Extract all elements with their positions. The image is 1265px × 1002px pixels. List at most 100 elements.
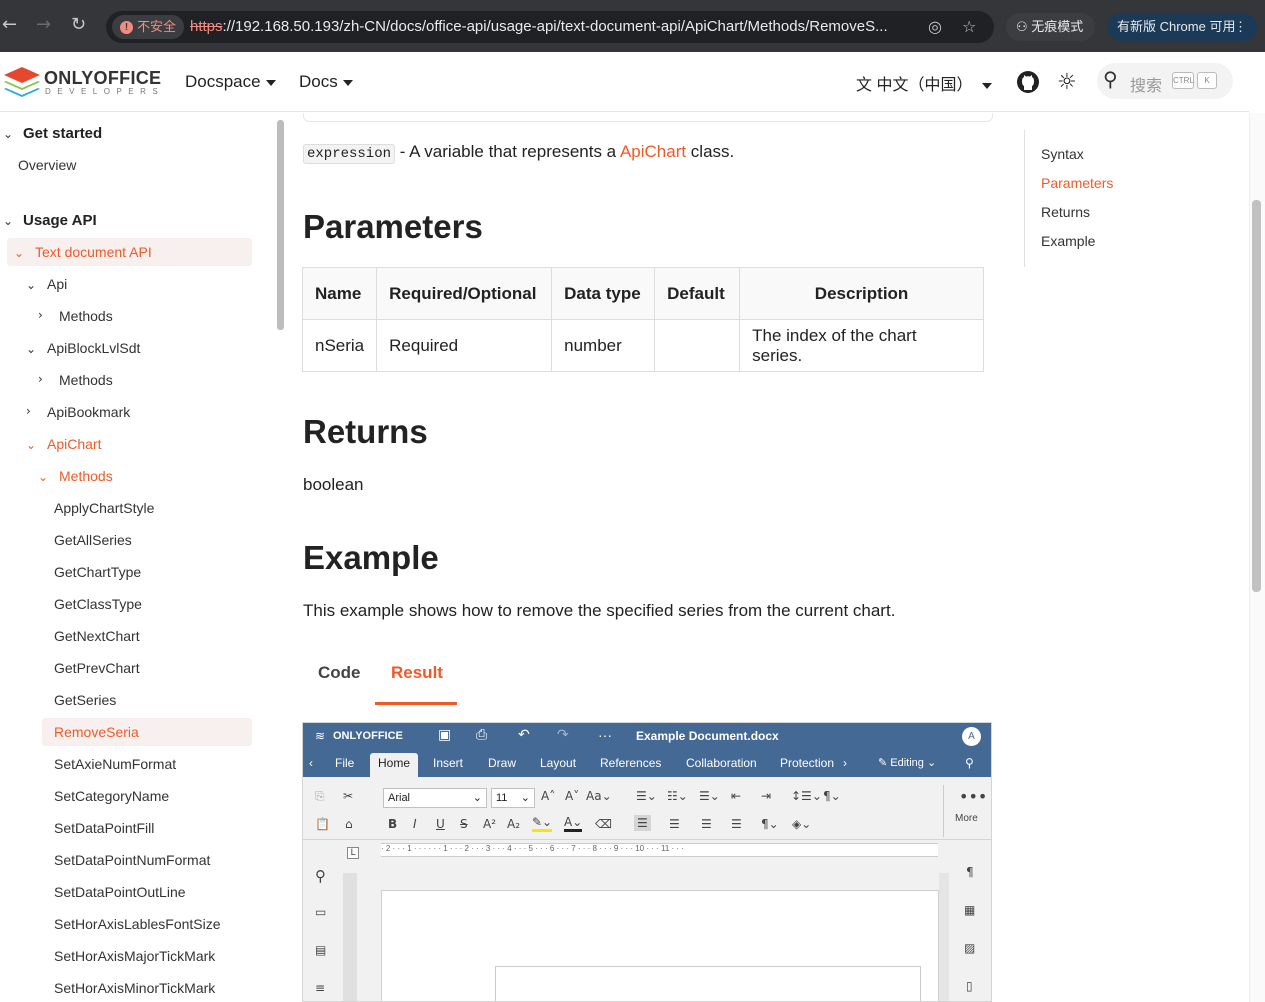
sidebar-item-setaxienumformat[interactable]: SetAxieNumFormat xyxy=(54,756,176,772)
more-icon[interactable]: ••• xyxy=(959,787,987,806)
ribbon-tab-collaboration[interactable]: Collaboration xyxy=(686,756,757,770)
paragraph-icon[interactable]: ¶ xyxy=(966,865,974,879)
paragraph-settings-icon[interactable]: ¶⌄ xyxy=(823,789,841,803)
chevron-down-icon[interactable]: ⌄ xyxy=(26,342,36,356)
increase-indent-icon[interactable]: ⇥ xyxy=(761,789,771,803)
table-settings-icon[interactable]: ▦ xyxy=(964,903,975,917)
font-color-icon[interactable]: A⌄ xyxy=(564,815,583,832)
line-spacing-icon[interactable]: ↕☰⌄ xyxy=(791,789,822,803)
comments-icon[interactable]: ▭ xyxy=(315,905,326,919)
undo-icon[interactable]: ↶ xyxy=(518,727,530,743)
scroll-left-icon[interactable]: ‹ xyxy=(309,756,313,770)
horizontal-ruler[interactable]: · 2 · · · 1 · · · · · · 1 · · · 2 · · · … xyxy=(381,843,938,857)
bullet-list-icon[interactable]: ☰⌄ xyxy=(636,789,657,803)
chart-object[interactable] xyxy=(495,966,921,1001)
align-center-icon[interactable]: ☰ xyxy=(669,817,680,831)
sidebar-item-applychartstyle[interactable]: ApplyChartStyle xyxy=(54,500,154,516)
sidebar-item-text-document-api[interactable]: Text document API xyxy=(35,244,152,260)
sidebar-item-apiblocklvlsdt[interactable]: ApiBlockLvlSdt xyxy=(47,340,140,356)
copy-icon[interactable]: ⎘ xyxy=(315,789,325,804)
document-page[interactable] xyxy=(381,890,939,1001)
sidebar-item-removeseria[interactable]: RemoveSeria xyxy=(54,724,139,740)
image-settings-icon[interactable]: ▨ xyxy=(964,941,975,955)
sidebar-item-apichart[interactable]: ApiChart xyxy=(47,436,101,452)
chevron-down-icon[interactable]: ⌄ xyxy=(38,470,48,484)
print-icon[interactable]: ⎙ xyxy=(476,727,487,743)
sidebar-item-getcharttype[interactable]: GetChartType xyxy=(54,564,141,580)
sidebar-item-get-started[interactable]: Get started xyxy=(23,125,102,142)
decrease-font-icon[interactable]: A˅ xyxy=(565,789,579,803)
ribbon-tab-references[interactable]: References xyxy=(600,756,661,770)
bookmark-star-icon[interactable]: ☆ xyxy=(962,17,976,36)
sidebar-item-getprevchart[interactable]: GetPrevChart xyxy=(54,660,140,676)
security-chip[interactable]: ! 不安全 xyxy=(112,15,185,39)
header-footer-icon[interactable]: ▯ xyxy=(966,979,973,993)
paste-icon[interactable]: 📋 xyxy=(315,817,330,831)
font-name-select[interactable]: Arial ⌄ xyxy=(383,788,487,808)
shading-icon[interactable]: ◈⌄ xyxy=(792,817,811,831)
chevron-right-icon[interactable]: › xyxy=(26,404,31,418)
align-right-icon[interactable]: ☰ xyxy=(701,817,712,831)
logo-text[interactable]: ONLYOFFICE xyxy=(44,68,161,89)
italic-icon[interactable]: I xyxy=(413,817,417,831)
menu-dots-icon[interactable]: ⋮ xyxy=(1234,13,1247,41)
ribbon-tab-draw[interactable]: Draw xyxy=(488,756,516,770)
redo-icon[interactable]: ↷ xyxy=(557,727,569,743)
chevron-right-icon[interactable]: › xyxy=(38,308,43,322)
strikethrough-icon[interactable]: S xyxy=(460,817,468,831)
chat-icon[interactable]: ▤ xyxy=(315,943,326,957)
sidebar-item-setdatapointnumformat[interactable]: SetDataPointNumFormat xyxy=(54,852,210,868)
tab-stop-icon[interactable]: L xyxy=(347,847,359,859)
sidebar-item-getallseries[interactable]: GetAllSeries xyxy=(54,532,132,548)
url-text[interactable]: https://192.168.50.193/zh-CN/docs/office… xyxy=(190,18,888,35)
sidebar-item-sethoraxisminortickmark[interactable]: SetHorAxisMinorTickMark xyxy=(54,980,215,996)
incognito-indicator[interactable]: ⚇ 无痕模式 xyxy=(1006,13,1096,41)
ribbon-tab-protection[interactable]: Protection xyxy=(780,756,834,770)
cut-icon[interactable]: ✂ xyxy=(343,789,353,803)
onlyoffice-logo-icon[interactable] xyxy=(2,65,42,99)
sidebar-scrollbar[interactable] xyxy=(277,120,284,330)
font-size-select[interactable]: 11 ⌄ xyxy=(491,788,535,808)
save-icon[interactable]: ▣ xyxy=(438,727,451,743)
nav-docspace[interactable]: Docspace xyxy=(185,72,276,92)
back-icon[interactable]: ← xyxy=(2,14,17,35)
theme-toggle-icon[interactable]: ☼ xyxy=(1057,70,1077,95)
sidebar-item-apibookmark[interactable]: ApiBookmark xyxy=(47,404,130,420)
user-avatar[interactable]: A xyxy=(962,727,981,746)
subscript-icon[interactable]: A₂ xyxy=(507,817,520,831)
github-icon[interactable] xyxy=(1016,70,1040,94)
increase-font-icon[interactable]: A˄ xyxy=(541,789,555,803)
chevron-right-icon[interactable]: › xyxy=(38,372,43,386)
editing-mode-dropdown[interactable]: ✎ Editing ⌄ xyxy=(878,756,936,769)
editor-scrollbar[interactable] xyxy=(939,873,949,1001)
sidebar-item-getseries[interactable]: GetSeries xyxy=(54,692,116,708)
multilevel-list-icon[interactable]: ☰⌄ xyxy=(699,789,720,803)
sidebar-item-sethoraxismajortickmark[interactable]: SetHorAxisMajorTickMark xyxy=(54,948,215,964)
underline-icon[interactable]: U xyxy=(436,817,445,831)
update-chrome-button[interactable]: 有新版 Chrome 可用 ⋮ xyxy=(1107,13,1257,41)
format-painter-icon[interactable]: ⌂ xyxy=(345,817,353,831)
scroll-right-icon[interactable]: › xyxy=(843,756,847,770)
sidebar-item-api[interactable]: Api xyxy=(47,276,67,292)
language-selector[interactable]: 文 中文（中国） xyxy=(856,71,992,95)
tab-result[interactable]: Result xyxy=(391,663,443,683)
clear-style-icon[interactable]: ⌫ xyxy=(595,817,612,831)
sidebar-item-setdatapointoutline[interactable]: SetDataPointOutLine xyxy=(54,884,186,900)
sidebar-item-setdatapointfill[interactable]: SetDataPointFill xyxy=(54,820,154,836)
align-left-icon[interactable]: ☰ xyxy=(634,815,651,831)
change-case-icon[interactable]: Aa⌄ xyxy=(586,789,612,803)
navigation-icon[interactable]: ≡ xyxy=(315,981,325,995)
sidebar-item-overview[interactable]: Overview xyxy=(18,157,76,173)
toc-item-example[interactable]: Example xyxy=(1041,233,1095,249)
more-actions-icon[interactable]: ··· xyxy=(598,727,612,743)
sidebar-item-usage-api[interactable]: Usage API xyxy=(23,212,97,229)
chevron-down-icon[interactable]: ⌄ xyxy=(14,246,24,260)
sidebar-item-methods[interactable]: Methods xyxy=(59,468,113,484)
eye-off-icon[interactable]: ◎ xyxy=(928,17,942,36)
nonprinting-chars-icon[interactable]: ¶⌄ xyxy=(761,817,779,831)
ribbon-tab-insert[interactable]: Insert xyxy=(433,756,463,770)
search-icon[interactable]: ⚲ xyxy=(315,867,326,885)
sidebar-item-sethoraxislablesfontsize[interactable]: SetHorAxisLablesFontSize xyxy=(54,916,221,932)
toc-item-parameters[interactable]: Parameters xyxy=(1041,175,1113,191)
sidebar-item-methods[interactable]: Methods xyxy=(59,372,113,388)
